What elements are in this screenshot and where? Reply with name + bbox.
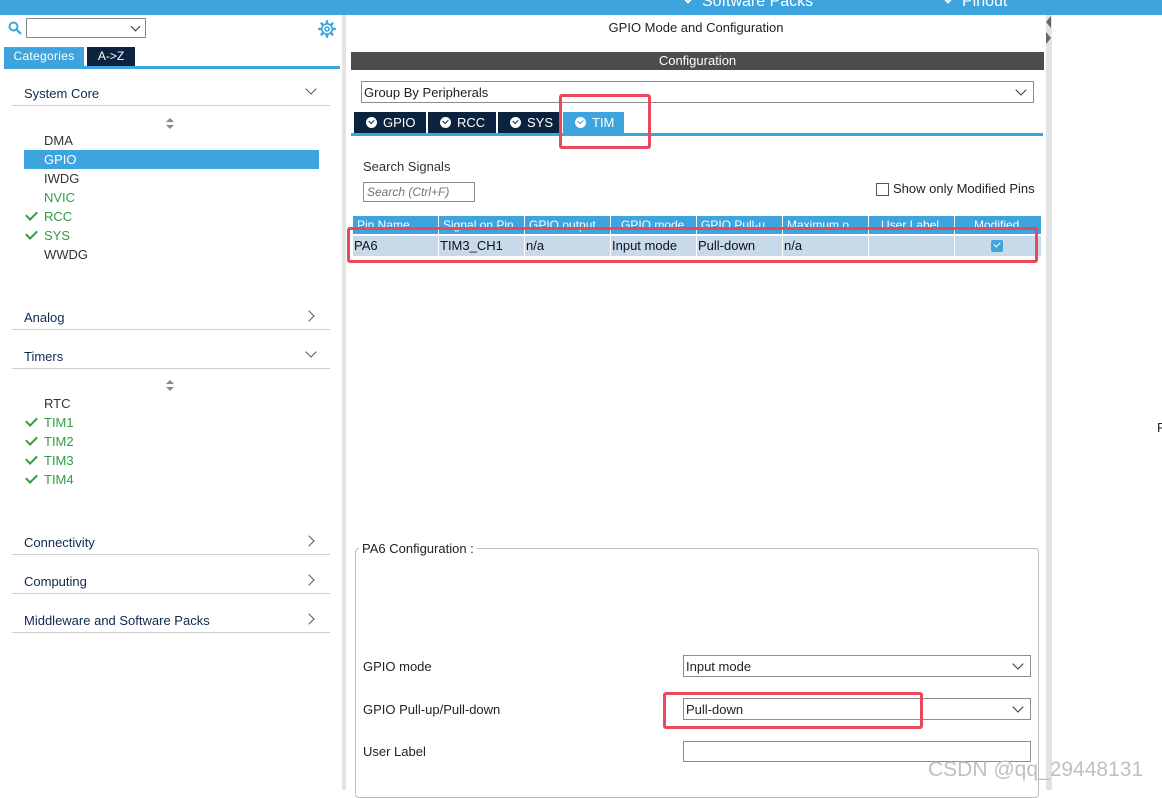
check-circle-icon — [440, 117, 451, 128]
group-by-select[interactable]: Group By Peripherals — [361, 81, 1034, 103]
configuration-header: Configuration — [351, 52, 1044, 70]
tab-gpio[interactable]: GPIO — [354, 112, 426, 133]
sidebar-item-tim4[interactable]: TIM4 — [24, 470, 319, 489]
sidebar-item-tim3[interactable]: TIM3 — [24, 451, 319, 470]
show-modified-checkbox[interactable] — [876, 183, 889, 196]
sidebar-item-iwdg[interactable]: IWDG — [24, 169, 319, 188]
highlight-pull-down-select — [663, 692, 923, 729]
category-connectivity[interactable]: Connectivity — [12, 530, 330, 555]
tabs-underline — [4, 66, 340, 69]
sidebar-item-dma[interactable]: DMA — [24, 131, 319, 150]
category-system-core[interactable]: System Core — [12, 81, 330, 106]
right-divider[interactable] — [1046, 15, 1052, 790]
category-analog[interactable]: Analog — [12, 305, 330, 330]
pa6-configuration-title: PA6 Configuration : — [359, 541, 477, 556]
sidebar-item-tim1[interactable]: TIM1 — [24, 413, 319, 432]
category-middleware[interactable]: Middleware and Software Packs — [12, 608, 330, 633]
chevron-down-icon — [682, 0, 694, 4]
search-signals-input[interactable] — [363, 182, 475, 202]
chevron-right-icon — [303, 310, 315, 322]
collapse-left-icon[interactable] — [1046, 16, 1051, 28]
gpio-mode-select[interactable]: Input mode — [683, 655, 1031, 677]
chevron-down-icon — [305, 83, 317, 95]
categories-sidebar: Categories A->Z System Core DMA GPIO IWD… — [0, 15, 342, 790]
tab-sys[interactable]: SYS — [498, 112, 561, 133]
chevron-right-icon — [303, 613, 315, 625]
sidebar-item-tim2[interactable]: TIM2 — [24, 432, 319, 451]
sidebar-item-rtc[interactable]: RTC — [24, 394, 319, 413]
watermark: CSDN @qq_29448131 — [928, 758, 1144, 781]
highlight-tim-tab — [559, 94, 651, 149]
tab-categories[interactable]: Categories — [4, 47, 84, 66]
chevron-down-icon — [305, 346, 317, 358]
check-circle-icon — [366, 117, 377, 128]
check-circle-icon — [510, 117, 521, 128]
sidebar-item-wwdg[interactable]: WWDG — [24, 245, 319, 264]
chevron-right-icon — [303, 574, 315, 586]
tab-a-to-z[interactable]: A->Z — [87, 47, 135, 66]
panel-title: GPIO Mode and Configuration — [608, 20, 784, 35]
tabs-underline — [351, 133, 1043, 136]
software-packs-menu[interactable]: Software Packs — [682, 0, 813, 11]
top-toolbar: Software Packs Pinout — [0, 0, 1162, 15]
gpio-mode-label: GPIO mode — [363, 659, 432, 674]
chevron-down-icon — [1015, 84, 1027, 96]
search-dropdown[interactable] — [26, 18, 146, 38]
chevron-right-icon — [303, 535, 315, 547]
collapse-right-icon[interactable] — [1046, 32, 1051, 44]
search-icon[interactable] — [8, 21, 22, 35]
tab-rcc[interactable]: RCC — [428, 112, 496, 133]
chevron-down-icon — [942, 0, 954, 4]
gear-icon[interactable] — [318, 20, 336, 38]
check-icon — [25, 414, 38, 427]
category-timers[interactable]: Timers — [12, 344, 330, 369]
highlight-pa6-row — [347, 227, 1038, 263]
check-icon — [25, 433, 38, 446]
sort-icon[interactable] — [165, 118, 175, 130]
sort-icon[interactable] — [165, 380, 175, 392]
sidebar-item-rcc[interactable]: RCC — [24, 207, 319, 226]
sidebar-item-nvic[interactable]: NVIC — [24, 188, 319, 207]
category-computing[interactable]: Computing — [12, 569, 330, 594]
sidebar-item-gpio[interactable]: GPIO — [24, 150, 319, 169]
check-icon — [25, 208, 38, 221]
gpio-pull-label: GPIO Pull-up/Pull-down — [363, 702, 501, 717]
show-modified-label: Show only Modified Pins — [893, 181, 1035, 196]
pinout-menu[interactable]: Pinout — [942, 0, 1007, 11]
clipped-text: F — [1157, 420, 1162, 435]
chevron-down-icon — [1012, 701, 1024, 713]
search-signals-label: Search Signals — [363, 159, 451, 174]
check-icon — [25, 452, 38, 465]
check-icon — [25, 227, 38, 240]
chevron-down-icon — [1012, 658, 1024, 670]
chevron-down-icon — [130, 21, 141, 32]
check-icon — [25, 471, 38, 484]
user-label-label: User Label — [363, 744, 426, 759]
sidebar-item-sys[interactable]: SYS — [24, 226, 319, 245]
